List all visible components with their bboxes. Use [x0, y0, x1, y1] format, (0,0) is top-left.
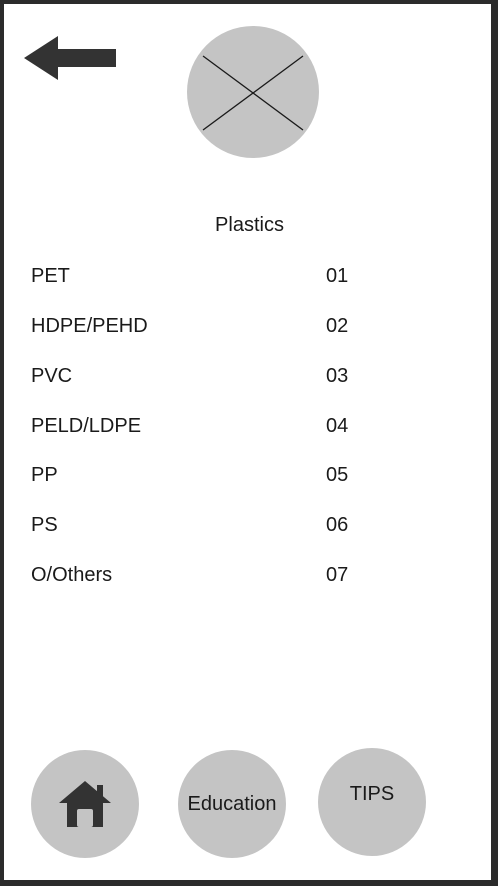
- plastic-code: 02: [326, 315, 349, 337]
- tips-button[interactable]: TIPS: [318, 748, 426, 856]
- screen: Plastics PET 01 HDPE/PEHD 02 PVC 03 PELD…: [4, 4, 491, 880]
- list-item: PS 06: [4, 509, 491, 545]
- arrow-left-icon: [24, 36, 116, 80]
- plastic-code: 06: [326, 514, 349, 536]
- home-button[interactable]: [31, 750, 139, 858]
- bottom-nav: Education TIPS: [4, 748, 491, 858]
- education-label: Education: [187, 792, 277, 815]
- tips-label: TIPS: [349, 782, 395, 805]
- plastic-name: PP: [31, 464, 58, 486]
- image-placeholder: [187, 26, 319, 158]
- page-title: Plastics: [215, 214, 284, 236]
- list-item: PELD/LDPE 04: [4, 410, 491, 446]
- back-button[interactable]: [24, 36, 120, 80]
- list-item: PP 05: [4, 459, 491, 495]
- plastic-name: PELD/LDPE: [31, 415, 142, 437]
- plastic-name: PVC: [31, 365, 73, 387]
- list-item: HDPE/PEHD 02: [4, 310, 491, 346]
- device-frame: Plastics PET 01 HDPE/PEHD 02 PVC 03 PELD…: [0, 0, 498, 886]
- list-item: PET 01: [4, 260, 491, 296]
- home-icon: [59, 781, 111, 827]
- plastic-code: 07: [326, 564, 349, 586]
- plastic-name: HDPE/PEHD: [31, 315, 148, 337]
- plastic-name: PS: [31, 514, 58, 536]
- plastic-code: 01: [326, 265, 349, 287]
- plastic-name: O/Others: [31, 564, 113, 586]
- plastic-code: 05: [326, 464, 349, 486]
- image-placeholder-icon: [187, 26, 319, 158]
- plastic-code: 03: [326, 365, 349, 387]
- list-item: O/Others 07: [4, 559, 491, 595]
- education-button[interactable]: Education: [178, 750, 286, 858]
- plastic-code: 04: [326, 415, 349, 437]
- list-item: PVC 03: [4, 360, 491, 396]
- plastic-name: PET: [31, 265, 70, 287]
